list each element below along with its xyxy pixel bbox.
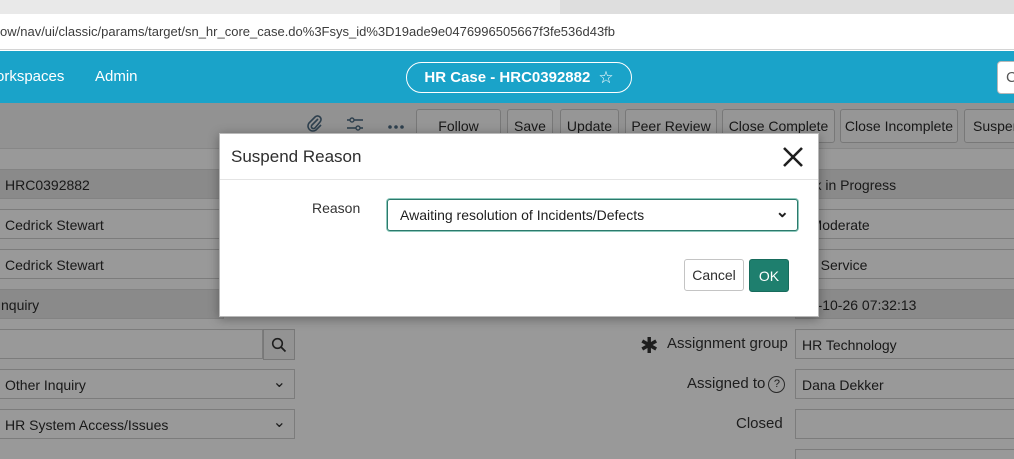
cancel-button[interactable]: Cancel — [684, 259, 744, 291]
url-text[interactable]: ow/nav/ui/classic/params/target/sn_hr_co… — [0, 24, 615, 39]
browser-active-tab[interactable] — [0, 0, 560, 14]
ok-button[interactable]: OK — [749, 259, 789, 292]
modal-title: Suspend Reason — [231, 147, 362, 166]
suspend-reason-modal: Suspend Reason Reason Awaiting resolutio… — [219, 133, 819, 317]
app-header: orkspaces Admin HR Case - HRC0392882 ☆ C — [0, 51, 1014, 103]
nav-workspaces[interactable]: orkspaces — [0, 68, 64, 85]
reason-select[interactable]: Awaiting resolution of Incidents/Defects — [387, 199, 798, 231]
address-bar[interactable]: ow/nav/ui/classic/params/target/sn_hr_co… — [0, 14, 1014, 50]
case-title-pill[interactable]: HR Case - HRC0392882 ☆ — [406, 62, 632, 93]
browser-tab-strip — [0, 0, 1014, 14]
star-outline-icon[interactable]: ☆ — [598, 69, 613, 86]
nav-admin[interactable]: Admin — [95, 68, 138, 85]
reason-label: Reason — [312, 200, 361, 216]
modal-header: Suspend Reason — [220, 134, 818, 180]
close-icon[interactable] — [780, 144, 806, 170]
case-title: HR Case - HRC0392882 — [424, 69, 591, 86]
global-search-button[interactable]: C — [997, 61, 1014, 94]
